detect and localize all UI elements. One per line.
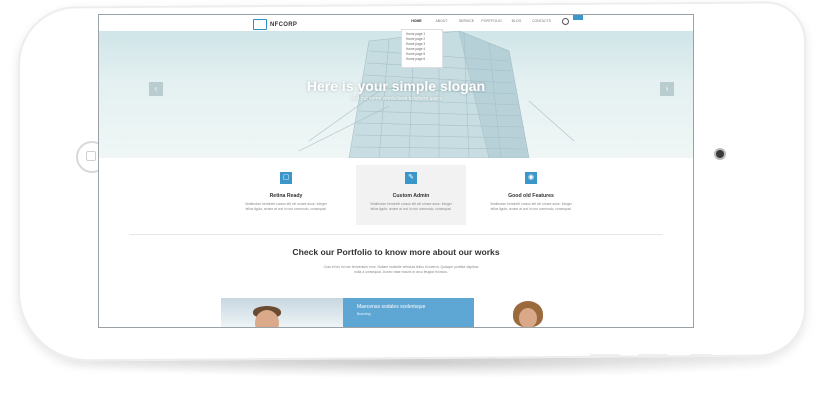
slider-next-button[interactable]: ›: [660, 82, 674, 96]
site-logo[interactable]: NFCORP: [253, 19, 297, 30]
hero-slogan: Here is your simple slogan: [306, 78, 486, 94]
volume-button: [638, 354, 668, 357]
portfolio-item-title: Maecenas sodales scelerisque: [357, 304, 426, 310]
website-screen: NFCORP Home About Service Portfolio Blog…: [98, 14, 694, 328]
portfolio-description: Cras et leo mi nec fermentum eros. Nulla…: [323, 265, 479, 274]
feature-title: Retina Ready: [269, 193, 303, 199]
nav-blog[interactable]: Blog: [504, 19, 529, 23]
pencil-icon: ✎: [405, 172, 417, 184]
dropdown-item[interactable]: Home page 6: [402, 57, 442, 62]
main-nav: Home About Service Portfolio Blog Contac…: [404, 19, 554, 23]
features-section: ▢ Retina Ready Vestibulum hendrerit curs…: [99, 158, 693, 228]
feature-retina: ▢ Retina Ready Vestibulum hendrerit curs…: [231, 165, 341, 225]
slider-prev-button[interactable]: ‹: [149, 82, 163, 96]
search-button[interactable]: [573, 15, 583, 20]
person-image: [519, 308, 537, 327]
feature-text: Vestibulum hendrerit cursus elit vel orn…: [490, 202, 572, 211]
feature-title: Good old Features: [508, 193, 554, 199]
search-icon[interactable]: [562, 18, 569, 25]
section-divider: [129, 234, 663, 235]
power-button: [690, 354, 712, 357]
volume-button: [590, 354, 620, 357]
nav-home[interactable]: Home: [404, 19, 429, 23]
feature-text: Vestibulum hendrerit cursus elit vel orn…: [370, 202, 452, 211]
nav-portfolio[interactable]: Portfolio: [479, 19, 504, 23]
portfolio-item-category: Branding: [357, 312, 371, 316]
feature-text: Vestibulum hendrerit cursus elit vel orn…: [245, 202, 327, 211]
nav-contacts[interactable]: Contacts: [529, 19, 554, 23]
hero-subtitle: Just put some words here to inform users: [350, 96, 442, 102]
feature-good-old: ◉ Good old Features Vestibulum hendrerit…: [476, 165, 586, 225]
logo-text: NFCORP: [270, 21, 298, 28]
portfolio-item[interactable]: [221, 298, 343, 327]
camera-icon: [716, 150, 724, 158]
portfolio-heading: Check our Portfolio to know more about o…: [292, 247, 500, 257]
nav-service[interactable]: Service: [454, 19, 479, 23]
wifi-icon: ◉: [525, 172, 537, 184]
monitor-icon: ▢: [280, 172, 292, 184]
site-header: NFCORP Home About Service Portfolio Blog…: [99, 15, 693, 31]
portfolio-item[interactable]: [483, 298, 601, 327]
feature-title: Custom Admin: [392, 193, 430, 199]
home-dropdown-menu: Home page 1 Home page 2 Home page 3 Home…: [401, 29, 443, 68]
nav-about[interactable]: About: [429, 19, 454, 23]
logo-icon: [253, 19, 267, 30]
portfolio-item-hover[interactable]: Maecenas sodales scelerisque Branding: [343, 298, 474, 327]
feature-custom-admin: ✎ Custom Admin Vestibulum hendrerit curs…: [356, 165, 466, 225]
hero-slider: Here is your simple slogan Just put some…: [99, 31, 693, 158]
